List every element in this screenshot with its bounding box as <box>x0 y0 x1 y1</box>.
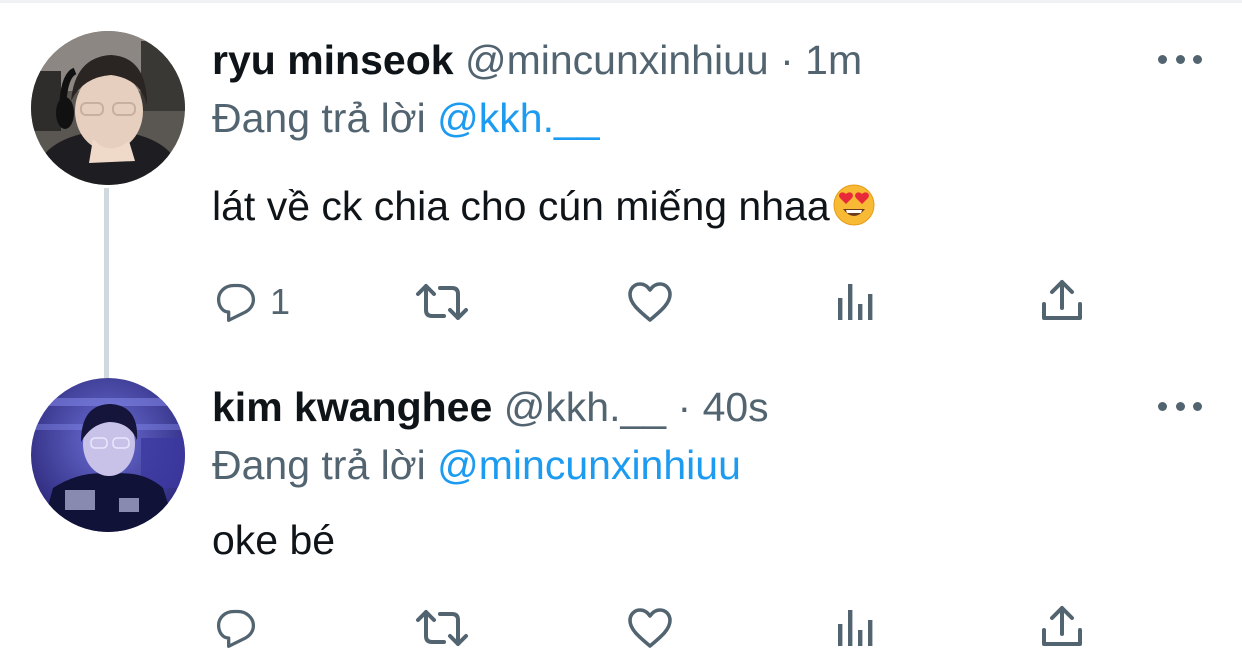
reply-prefix: Đang trả lời <box>212 95 426 141</box>
reply-prefix: Đang trả lời <box>212 442 426 488</box>
views-button[interactable] <box>836 608 876 648</box>
views-button[interactable] <box>836 282 876 322</box>
share-button[interactable] <box>1040 278 1084 324</box>
reply-button[interactable] <box>214 606 270 650</box>
more-dot <box>1193 401 1202 411</box>
display-name[interactable]: kim kwanghee <box>212 384 492 430</box>
more-dot <box>1158 401 1167 411</box>
more-dot <box>1175 401 1185 411</box>
heart-icon <box>628 282 672 322</box>
more-options-button[interactable] <box>1158 391 1202 421</box>
retweet-button[interactable] <box>414 606 482 650</box>
share-button[interactable] <box>1040 604 1084 650</box>
avatar[interactable] <box>31 378 185 532</box>
tweet-body: oke bé <box>212 517 336 563</box>
reply-mention-link[interactable]: @mincunxinhiuu <box>437 442 741 488</box>
heart-eyes-emoji-icon <box>833 184 875 226</box>
tweet[interactable]: ryu minseok @mincunxinhiuu · 1m Đang trả… <box>0 0 1242 350</box>
more-dot <box>1158 54 1167 64</box>
tweet-header: ryu minseok @mincunxinhiuu · 1m <box>212 36 862 84</box>
tweet-text: oke bé <box>212 515 335 565</box>
separator-dot: · <box>780 37 794 83</box>
reply-count: 1 <box>270 281 291 322</box>
more-dot <box>1175 54 1185 64</box>
tweet[interactable]: kim kwanghee @kkh.__ · 40s Đang trả lời … <box>0 350 1242 653</box>
more-dot <box>1193 54 1202 64</box>
tweet-text: lát về ck chia cho cún miếng nhaa <box>212 181 876 231</box>
replying-to: Đang trả lời @kkh.__ <box>212 94 600 142</box>
timestamp[interactable]: 1m <box>805 37 862 83</box>
replying-to: Đang trả lời @mincunxinhiuu <box>212 441 741 489</box>
reply-icon <box>216 283 256 322</box>
tweet-body: lát về ck chia cho cún miếng nhaa <box>212 183 830 229</box>
more-options-button[interactable] <box>1158 44 1202 74</box>
share-icon <box>1042 280 1082 320</box>
reply-button[interactable]: 1 <box>214 280 290 324</box>
avatar[interactable] <box>31 31 185 185</box>
timestamp[interactable]: 40s <box>703 384 769 430</box>
heart-icon <box>628 608 672 648</box>
retweet-button[interactable] <box>414 280 482 324</box>
share-icon <box>1042 606 1082 646</box>
display-name[interactable]: ryu minseok <box>212 37 454 83</box>
reply-mention-link[interactable]: @kkh.__ <box>437 95 599 141</box>
separator-dot: · <box>677 384 692 430</box>
retweet-icon <box>416 610 468 646</box>
like-button[interactable] <box>626 280 686 324</box>
reply-icon <box>216 609 256 648</box>
like-button[interactable] <box>626 606 686 650</box>
retweet-icon <box>416 284 468 320</box>
tweet-header: kim kwanghee @kkh.__ · 40s <box>212 383 769 431</box>
analytics-icon <box>838 284 873 320</box>
user-handle[interactable]: @kkh.__ <box>504 384 666 430</box>
analytics-icon <box>838 610 873 646</box>
user-handle[interactable]: @mincunxinhiuu <box>465 37 769 83</box>
